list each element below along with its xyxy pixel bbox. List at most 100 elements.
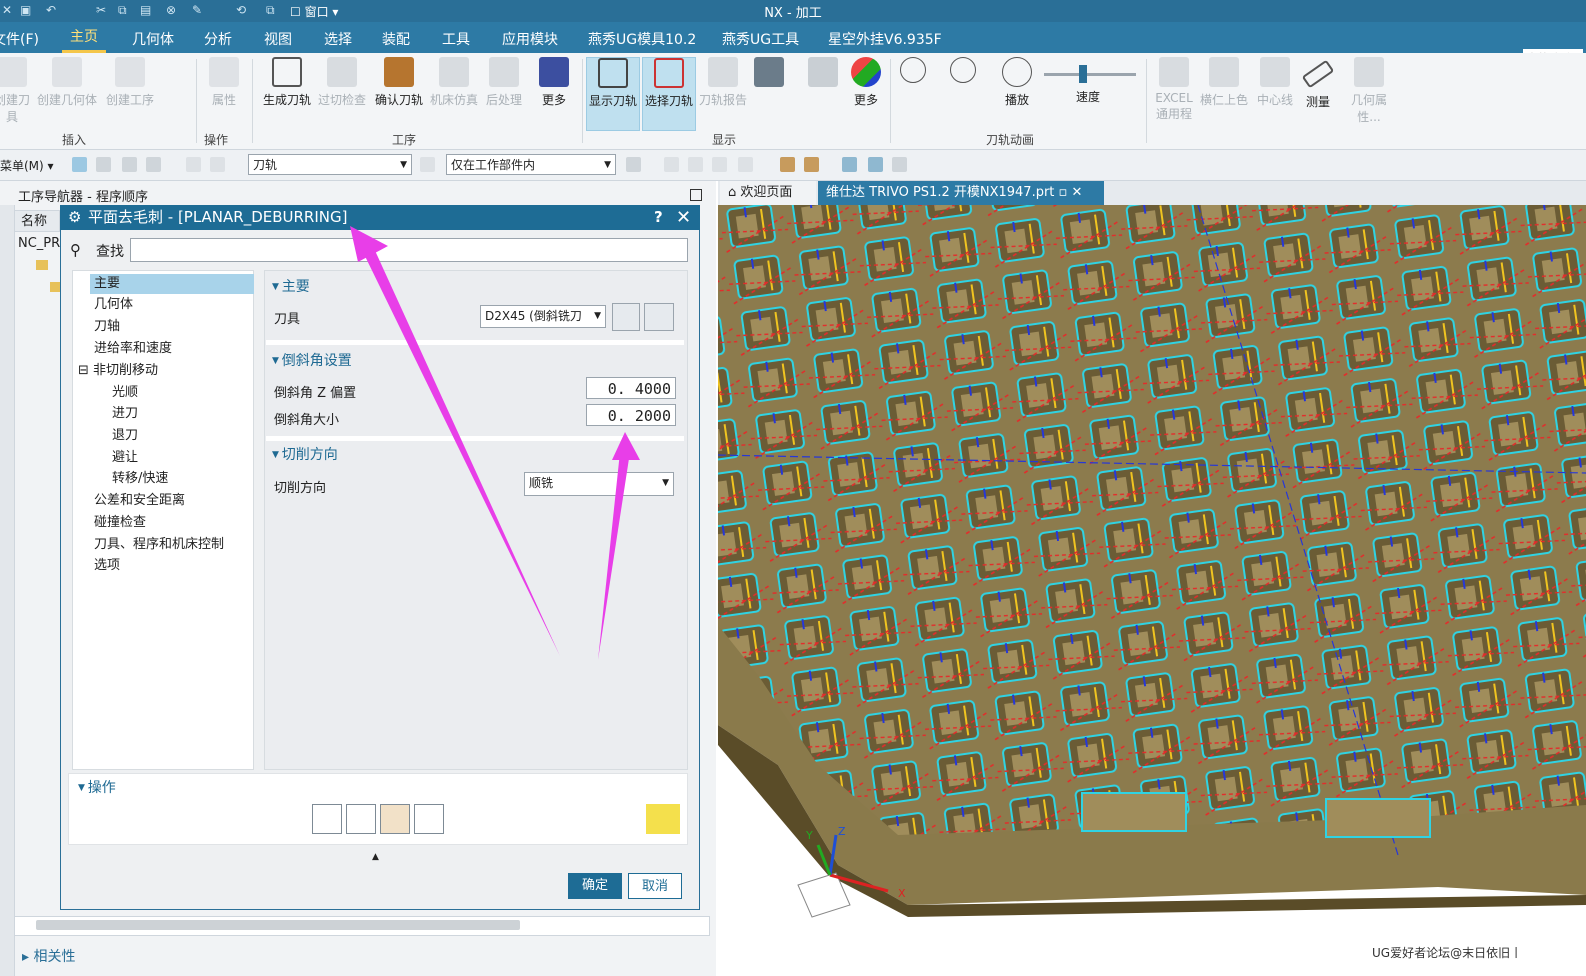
tree-item-geometry[interactable]: 几何体	[94, 295, 133, 315]
display-eye-icon[interactable]	[868, 157, 883, 172]
display-more-button[interactable]: 更多	[848, 57, 884, 108]
snap-icon-3[interactable]	[712, 157, 727, 172]
collapse-arrow-icon[interactable]: ▲	[372, 852, 379, 862]
display-toolpath-icon[interactable]	[646, 804, 680, 834]
related-panel-toggle[interactable]: ▸ 相关性	[22, 946, 75, 966]
section-main[interactable]: 主要	[272, 276, 310, 296]
tree-item-smoothing[interactable]: 光顺	[112, 383, 138, 403]
properties-button[interactable]: 属性	[204, 57, 244, 108]
scrollbar-thumb[interactable]	[36, 920, 520, 930]
tab-view[interactable]: 视图	[264, 29, 292, 49]
section-cut-direction[interactable]: 切削方向	[272, 444, 338, 464]
tree-item-feeds-speeds[interactable]: 进给率和速度	[94, 339, 172, 359]
tab-assembly[interactable]: 装配	[382, 29, 410, 49]
verify-button[interactable]	[380, 804, 410, 834]
ok-button[interactable]: 确定	[568, 873, 622, 899]
nc-program-root[interactable]: NC_PR	[18, 236, 60, 251]
machine-simulation-button[interactable]: 机床仿真	[428, 57, 480, 108]
tool-icon-small-2[interactable]	[210, 157, 225, 172]
create-geometry-button[interactable]: 创建几何体	[36, 57, 98, 108]
display-toolpath-button[interactable]: 显示刀轨	[586, 57, 640, 131]
tree-item-options[interactable]: 选项	[94, 556, 120, 576]
chamfer-size-input[interactable]: 0. 2000	[586, 404, 676, 426]
part-icon[interactable]	[780, 157, 795, 172]
list-button[interactable]	[414, 804, 444, 834]
select-toolpath-button[interactable]: 选择刀轨	[642, 57, 696, 131]
type-filter-dropdown[interactable]: 刀轨 ▼	[248, 154, 412, 175]
cut-direction-dropdown[interactable]: 顺铣 ▼	[524, 472, 674, 496]
tree-item-machine-control[interactable]: 刀具、程序和机床控制	[94, 535, 224, 555]
chamfer-z-offset-input[interactable]: 0. 4000	[586, 377, 676, 399]
geometry-properties-button[interactable]: 几何属性...	[1340, 57, 1398, 125]
edit-tool-icon[interactable]	[644, 303, 674, 331]
tree-item-tool-axis[interactable]: 刀轴	[94, 317, 120, 337]
machine-tool-view-icon[interactable]	[96, 157, 111, 172]
cancel-button[interactable]: 取消	[628, 873, 682, 899]
verify-toolpath-button[interactable]: 确认刀轨	[372, 57, 426, 108]
gouge-check-button[interactable]: 过切检查	[316, 57, 368, 108]
tab-welcome[interactable]: ⌂ 欢迎页面	[720, 181, 816, 205]
tab-home[interactable]: 主页	[62, 22, 106, 53]
snap-icon-4[interactable]	[738, 157, 753, 172]
tab-yanxiu-mold[interactable]: 燕秀UG模具10.2	[588, 29, 696, 49]
menu-button[interactable]: 菜单(M) ▾	[0, 157, 54, 174]
process-more-button[interactable]: 更多	[536, 57, 572, 108]
display-extra-button[interactable]	[754, 57, 784, 91]
tab-part-file[interactable]: 维仕达 TRIVO PS1.2 开模NX1947.prt ▫ ✕	[818, 181, 1104, 205]
snap-icon[interactable]	[664, 157, 679, 172]
color-insert-button[interactable]: 横仁上色	[1198, 57, 1250, 108]
tab-file[interactable]: 文件(F)	[0, 29, 39, 49]
tree-item-transfer-rapid[interactable]: 转移/快速	[112, 469, 168, 489]
scope-dropdown[interactable]: 仅在工作部件内 ▼	[446, 154, 616, 175]
layer-arrow-button[interactable]	[808, 57, 838, 91]
tab-analysis[interactable]: 分析	[204, 29, 232, 49]
assembly-icon[interactable]	[804, 157, 819, 172]
toolpath-report-button[interactable]: 刀轨报告	[696, 57, 750, 108]
maximize-icon[interactable]	[690, 189, 702, 201]
section-operations[interactable]: 操作	[78, 777, 116, 797]
program-order-view-icon[interactable]	[72, 157, 87, 172]
tab-application[interactable]: 应用模块	[502, 29, 558, 49]
create-tool-icon[interactable]	[612, 303, 640, 331]
measure-button[interactable]: 测量	[1298, 57, 1338, 110]
selection-mode-icon[interactable]	[626, 157, 641, 172]
tree-item-non-cutting[interactable]: ⊟ 非切削移动	[78, 361, 158, 381]
help-button[interactable]: ?	[654, 205, 663, 230]
close-icon[interactable]: ✕	[676, 205, 691, 230]
tree-item-tolerance[interactable]: 公差和安全距离	[94, 491, 185, 511]
tree-item-collision[interactable]: 碰撞检查	[94, 513, 146, 533]
hide-icon[interactable]	[892, 157, 907, 172]
column-header-name[interactable]: 名称	[14, 210, 60, 232]
step-back-button[interactable]	[898, 57, 928, 87]
tool-dropdown[interactable]: D2X45 (倒斜铣刀 ▼	[480, 305, 606, 328]
method-view-icon[interactable]	[146, 157, 161, 172]
tab-yanxiu-tools[interactable]: 燕秀UG工具	[722, 29, 799, 49]
speed-slider-handle[interactable]	[1079, 65, 1087, 83]
snap-icon-2[interactable]	[688, 157, 703, 172]
section-chamfer[interactable]: 倒斜角设置	[272, 350, 352, 370]
tab-geometry[interactable]: 几何体	[132, 29, 174, 49]
tree-item-avoidance[interactable]: 避让	[112, 448, 138, 468]
speed-slider-track[interactable]	[1044, 73, 1136, 76]
tree-item-engage[interactable]: 进刀	[112, 404, 138, 424]
geometry-view-icon[interactable]	[122, 157, 137, 172]
generate-toolpath-button[interactable]: 生成刀轨	[260, 57, 314, 108]
centerline-button[interactable]: 中心线	[1254, 57, 1296, 108]
graphics-viewport[interactable]: X Y Z	[718, 205, 1586, 976]
tree-item-retract[interactable]: 退刀	[112, 426, 138, 446]
pause-button[interactable]	[948, 57, 978, 87]
mcs-icon[interactable]	[842, 157, 857, 172]
tab-xingkong-plugin[interactable]: 星空外挂V6.935F	[828, 29, 942, 49]
create-tool-button[interactable]: 创建刀具	[0, 57, 34, 125]
excel-button[interactable]: EXCEL通用程	[1152, 57, 1196, 122]
filter-icon[interactable]	[420, 157, 435, 172]
tab-select[interactable]: 选择	[324, 29, 352, 49]
tab-tools[interactable]: 工具	[442, 29, 470, 49]
tree-item-main[interactable]: 主要	[90, 274, 254, 294]
play-button[interactable]: 播放	[996, 57, 1038, 108]
post-process-button[interactable]: 后处理	[482, 57, 526, 108]
find-input[interactable]	[130, 238, 688, 262]
create-operation-button[interactable]: 创建工序	[104, 57, 156, 108]
generate-button[interactable]	[312, 804, 342, 834]
replay-button[interactable]	[346, 804, 376, 834]
